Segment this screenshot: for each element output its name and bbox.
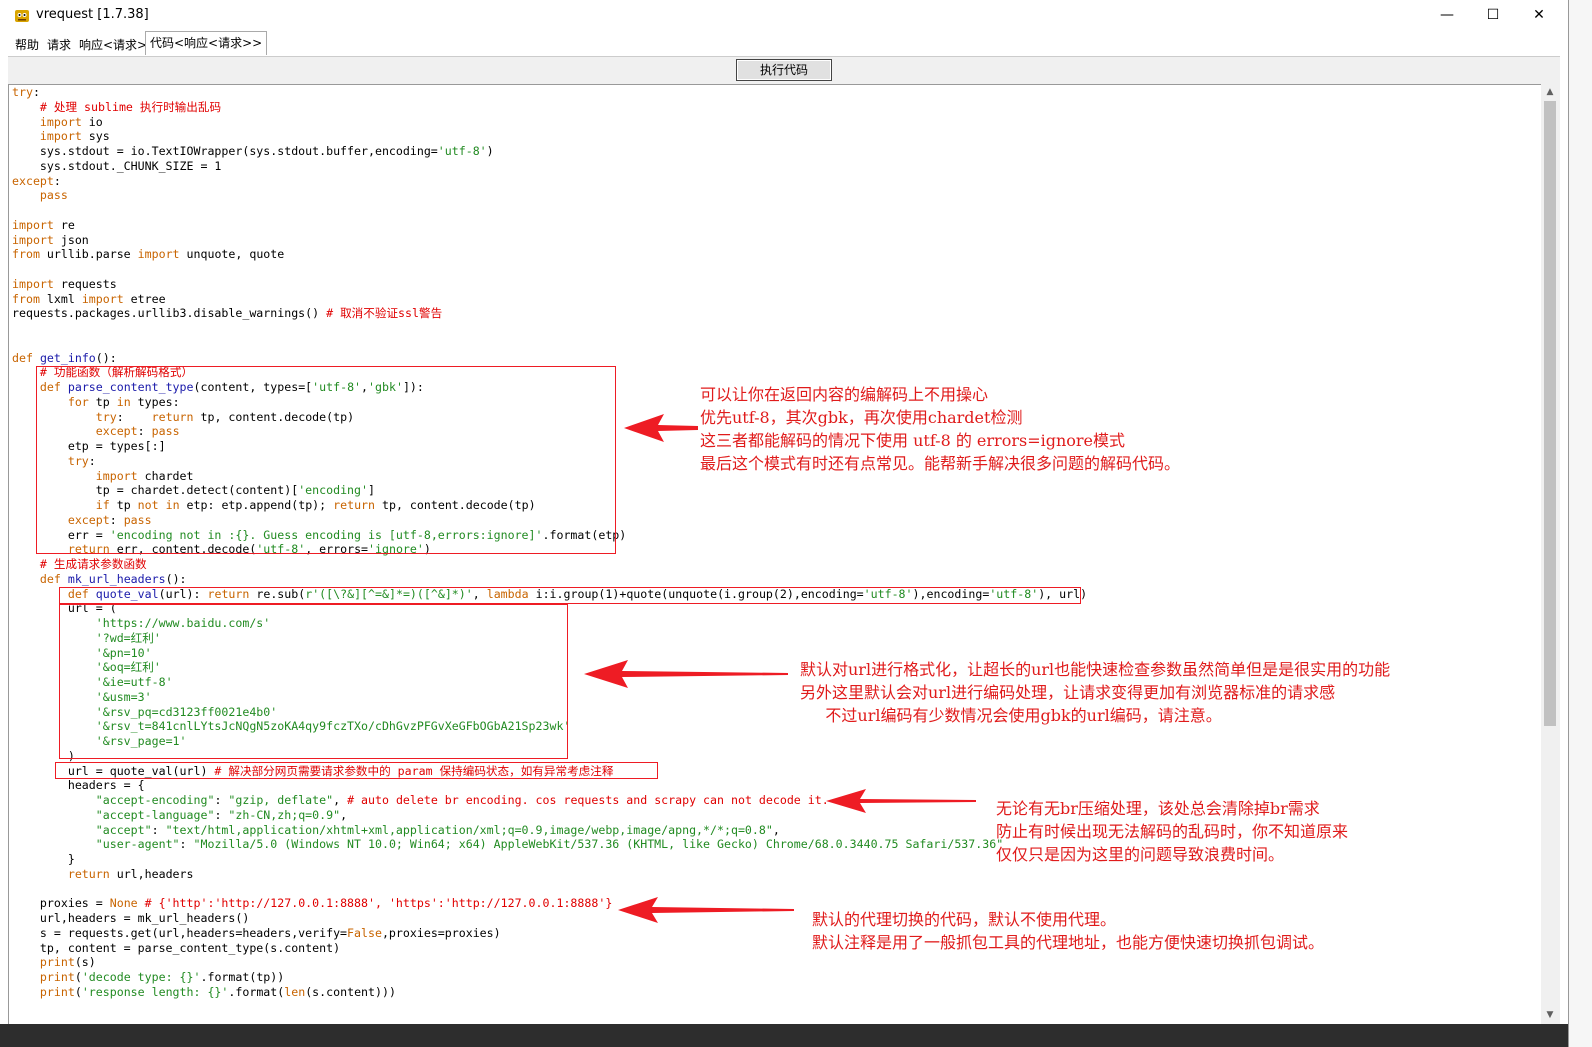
maximize-button[interactable]: ☐: [1470, 0, 1516, 31]
annotation-note-decode: 可以让你在返回内容的编解码上不用操心 优先utf-8，其次gbk，再次使用char…: [700, 385, 1181, 473]
run-code-button[interactable]: 执行代码 [Alt+v]: [736, 59, 832, 97]
background-window-strip: [1569, 0, 1592, 1047]
vertical-scrollbar[interactable]: ▲ ▼: [1541, 84, 1559, 1024]
scroll-down-arrow-icon[interactable]: ▼: [1541, 1007, 1559, 1024]
minimize-button[interactable]: —: [1424, 0, 1470, 31]
annotation-note-proxy: 默认的代理切换的代码，默认不使用代理。 默认注释是用了一般抓包工具的代理地址，也能…: [812, 910, 1325, 952]
code-text[interactable]: try: # 处理 sublime 执行时输出乱码 import io impo…: [12, 85, 1087, 1000]
arrow-left-icon: [584, 660, 788, 688]
annotation-note-br: 无论有无br压缩处理，该处总会清除掉br需求 防止有时候出现无法解码的乱码时，你不…: [996, 799, 1349, 864]
tab-help[interactable]: 帮助: [10, 33, 44, 54]
app-window: vrequest [1.7.38] — ☐ ✕ 帮助 请求 响应<请求> 代码<…: [0, 0, 1569, 1047]
arrow-left-icon: [624, 414, 698, 442]
tab-request[interactable]: 请求: [42, 33, 76, 54]
scroll-up-arrow-icon[interactable]: ▲: [1541, 84, 1559, 101]
scroll-thumb[interactable]: [1544, 101, 1556, 726]
window-title: vrequest [1.7.38]: [36, 7, 149, 22]
app-icon: [15, 10, 29, 22]
arrow-left-icon: [826, 789, 976, 813]
annotation-note-url: 默认对url进行格式化，让超长的url也能快速检查参数虽然简单但是是很实用的功能…: [800, 660, 1391, 725]
arrow-left-icon: [618, 897, 794, 923]
close-button[interactable]: ✕: [1516, 0, 1562, 31]
code-editor[interactable]: try: # 处理 sublime 执行时输出乱码 import io impo…: [8, 84, 1542, 1026]
title-bar: vrequest [1.7.38] — ☐ ✕: [0, 0, 1568, 31]
tab-response[interactable]: 响应<请求>: [74, 33, 152, 54]
taskbar-strip: [0, 1024, 1568, 1047]
tab-code[interactable]: 代码<响应<请求>>: [145, 31, 268, 55]
